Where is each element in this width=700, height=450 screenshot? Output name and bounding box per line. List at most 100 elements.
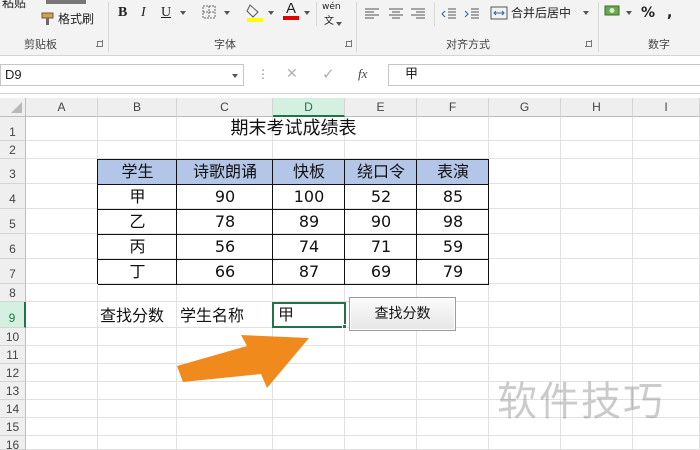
column-header-e[interactable]: E xyxy=(345,98,417,117)
table-cell[interactable]: 79 xyxy=(417,259,489,284)
fill-color-button[interactable] xyxy=(246,2,264,22)
column-header-i[interactable]: I xyxy=(633,98,700,117)
align-right-button[interactable] xyxy=(410,5,426,19)
cancel-icon[interactable]: ✕ xyxy=(286,66,298,82)
table-header-cell[interactable]: 诗歌朗诵 xyxy=(177,159,273,184)
percent-button[interactable]: % xyxy=(641,2,655,24)
paste-button[interactable]: 粘贴 xyxy=(2,0,26,14)
enter-icon[interactable]: ✓ xyxy=(322,65,335,83)
increase-indent-button[interactable] xyxy=(464,5,480,19)
accounting-format-button[interactable] xyxy=(604,3,622,19)
merge-center-label: 合并后居中 xyxy=(511,6,572,20)
row-header-16[interactable]: 16 xyxy=(0,436,26,450)
fill-handle[interactable] xyxy=(342,324,347,329)
merge-center-button[interactable]: 合并后居中 xyxy=(490,2,588,24)
formula-bar-grip-icon: ⋮ xyxy=(257,67,269,81)
row-header-5[interactable]: 5 xyxy=(0,209,26,234)
column-header-g[interactable]: G xyxy=(489,98,561,117)
row-header-1[interactable]: 1 xyxy=(0,117,26,141)
table-cell[interactable]: 71 xyxy=(345,234,417,259)
table-header-cell[interactable]: 表演 xyxy=(417,159,489,184)
column-header-a[interactable]: A xyxy=(26,98,98,117)
table-cell[interactable]: 乙 xyxy=(98,209,177,234)
row-header-3[interactable]: 3 xyxy=(0,159,26,184)
select-all-corner[interactable] xyxy=(0,98,26,117)
table-cell[interactable]: 100 xyxy=(273,184,345,209)
table-cell[interactable]: 甲 xyxy=(98,184,177,209)
table-cell[interactable]: 87 xyxy=(273,259,345,284)
row-header-6[interactable]: 6 xyxy=(0,234,26,259)
row-header-9[interactable]: 9 xyxy=(0,302,26,328)
table-cell[interactable]: 90 xyxy=(177,184,273,209)
column-header-b[interactable]: B xyxy=(98,98,177,117)
bold-button[interactable]: B xyxy=(118,2,127,24)
align-center-icon xyxy=(389,8,403,19)
sheet-title[interactable]: 期末考试成绩表 xyxy=(98,117,489,141)
group-label-alignment: 对齐方式 xyxy=(446,38,490,51)
phonetic-button[interactable]: wén 文 xyxy=(322,2,344,27)
table-cell[interactable]: 52 xyxy=(345,184,417,209)
decrease-indent-button[interactable] xyxy=(441,5,457,19)
row-header-8[interactable]: 8 xyxy=(0,284,26,302)
lookup-score-button[interactable]: 查找分数 xyxy=(349,297,456,331)
align-center-button[interactable] xyxy=(388,5,404,19)
row-header-12[interactable]: 12 xyxy=(0,364,26,382)
row-header-14[interactable]: 14 xyxy=(0,400,26,418)
column-header-d[interactable]: D xyxy=(273,98,345,117)
name-box-dropdown-icon[interactable] xyxy=(232,74,238,78)
brush-icon xyxy=(41,12,54,25)
italic-button[interactable]: I xyxy=(141,2,146,24)
table-cell[interactable]: 74 xyxy=(273,234,345,259)
align-left-icon xyxy=(365,8,379,19)
row-header-11[interactable]: 11 xyxy=(0,346,26,364)
column-header-h[interactable]: H xyxy=(561,98,633,117)
formula-input[interactable]: 甲 xyxy=(388,64,700,86)
insert-function-icon[interactable]: fx xyxy=(358,66,367,82)
name-box[interactable]: D9 xyxy=(0,64,244,86)
format-painter-label: 格式刷 xyxy=(58,12,95,26)
font-dialog-launcher[interactable] xyxy=(345,40,352,47)
table-cell[interactable]: 66 xyxy=(177,259,273,284)
row-header-15[interactable]: 15 xyxy=(0,418,26,436)
font-color-button[interactable]: A xyxy=(282,0,300,22)
table-cell[interactable]: 丙 xyxy=(98,234,177,259)
font-color-letter: A xyxy=(286,0,297,17)
align-right-icon xyxy=(411,8,425,19)
table-cell[interactable]: 69 xyxy=(345,259,417,284)
accounting-icon xyxy=(604,5,620,16)
table-header-cell[interactable]: 绕口令 xyxy=(345,159,417,184)
table-cell[interactable]: 丁 xyxy=(98,259,177,284)
lookup-score-label[interactable]: 查找分数 xyxy=(100,302,164,328)
table-header-cell[interactable]: 学生 xyxy=(98,159,177,184)
row-header-13[interactable]: 13 xyxy=(0,382,26,400)
row-header-4[interactable]: 4 xyxy=(0,184,26,209)
table-cell[interactable]: 78 xyxy=(177,209,273,234)
cut-button[interactable] xyxy=(46,0,86,4)
table-cell[interactable]: 85 xyxy=(417,184,489,209)
table-cell[interactable]: 89 xyxy=(273,209,345,234)
phonetic-label: wén xyxy=(322,2,341,12)
column-header-c[interactable]: C xyxy=(177,98,273,117)
row-header-7[interactable]: 7 xyxy=(0,259,26,284)
borders-button[interactable] xyxy=(202,4,216,19)
row-header-10[interactable]: 10 xyxy=(0,328,26,346)
table-header-cell[interactable]: 快板 xyxy=(273,159,345,184)
underline-button[interactable]: U xyxy=(161,2,171,24)
comma-button[interactable]: , xyxy=(667,2,672,24)
align-left-button[interactable] xyxy=(364,5,380,19)
worksheet-grid: A B C D E F G H I 1 2 3 4 5 6 7 8 9 10 1… xyxy=(0,94,700,450)
table-cell[interactable]: 98 xyxy=(417,209,489,234)
table-cell[interactable]: 90 xyxy=(345,209,417,234)
watermark: 软件技巧 xyxy=(497,379,665,425)
column-header-f[interactable]: F xyxy=(417,98,489,117)
table-cell[interactable]: 59 xyxy=(417,234,489,259)
merge-cells-icon xyxy=(490,6,508,20)
table-cell[interactable]: 56 xyxy=(177,234,273,259)
decrease-indent-icon xyxy=(441,8,456,19)
student-name-label[interactable]: 学生名称 xyxy=(180,302,244,328)
alignment-dialog-launcher[interactable] xyxy=(585,40,592,47)
clipboard-dialog-launcher[interactable] xyxy=(96,40,103,47)
row-header-2[interactable]: 2 xyxy=(0,141,26,159)
active-cell-d9[interactable]: 甲 xyxy=(272,302,346,328)
paint-bucket-icon xyxy=(246,4,263,22)
